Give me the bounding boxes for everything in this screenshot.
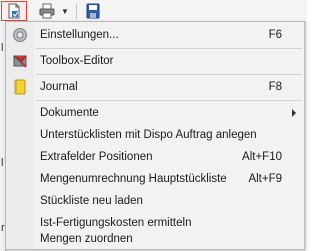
background-fragment: l [1, 42, 4, 54]
menu-item-mengenumrechnung[interactable]: Mengenumrechnung Hauptstückliste Alt+F9 [6, 168, 304, 190]
menu-item-label: Einstellungen... [40, 29, 119, 41]
save-button[interactable] [82, 1, 104, 21]
gear-icon [13, 28, 27, 42]
menu-item-unterstuecklisten[interactable]: Unterstücklisten mit Dispo Auftrag anleg… [6, 124, 304, 146]
menu-separator [36, 74, 302, 75]
page-setup-button[interactable] [1, 1, 27, 21]
menu-item-label: Mengen zuordnen [40, 233, 133, 245]
menu-item-label: Extrafelder Positionen [40, 151, 153, 163]
printer-icon [39, 3, 55, 19]
dropdown-arrow-icon: ▼ [61, 6, 69, 16]
toolbar-separator [76, 3, 77, 19]
menu-item-shortcut: Alt+F10 [242, 151, 282, 163]
menu-item-label: Toolbox-Editor [40, 55, 114, 67]
menu-item-label: Journal [40, 81, 78, 93]
menu-item-shortcut: Alt+F9 [248, 173, 282, 185]
print-button[interactable] [36, 1, 58, 21]
context-menu: Einstellungen... F6 Toolbox-Editor Journ… [5, 21, 305, 250]
toolbar: ▼ [0, 0, 307, 23]
toolbox-editor-icon [13, 55, 27, 68]
menu-separator [36, 100, 302, 101]
page-setup-icon [8, 3, 20, 19]
submenu-arrow-icon [292, 109, 296, 117]
menu-item-extrafelder[interactable]: Extrafelder Positionen Alt+F10 [6, 146, 304, 168]
menu-item-label: Stückliste neu laden [40, 195, 143, 207]
menu-item-dokumente[interactable]: Dokumente [6, 102, 304, 124]
menu-item-label: Unterstücklisten mit Dispo Auftrag anleg… [40, 129, 257, 141]
menu-item-toolbox-editor[interactable]: Toolbox-Editor [6, 50, 304, 72]
save-disk-icon [86, 3, 100, 19]
journal-icon [14, 79, 26, 95]
menu-item-mengen-zuordnen[interactable]: Mengen zuordnen [6, 228, 304, 250]
menu-item-shortcut: F8 [268, 81, 282, 93]
menu-item-stueckliste-neu-laden[interactable]: Stückliste neu laden [6, 190, 304, 212]
menu-item-label: Mengenumrechnung Hauptstückliste [40, 173, 227, 185]
menu-item-shortcut: F6 [268, 29, 282, 41]
background-fragment: l [1, 157, 4, 169]
print-dropdown-button[interactable]: ▼ [58, 1, 72, 21]
menu-separator [36, 48, 302, 49]
menu-item-label: Dokumente [40, 107, 99, 119]
menu-item-einstellungen[interactable]: Einstellungen... F6 [6, 24, 304, 46]
menu-item-journal[interactable]: Journal F8 [6, 76, 304, 98]
